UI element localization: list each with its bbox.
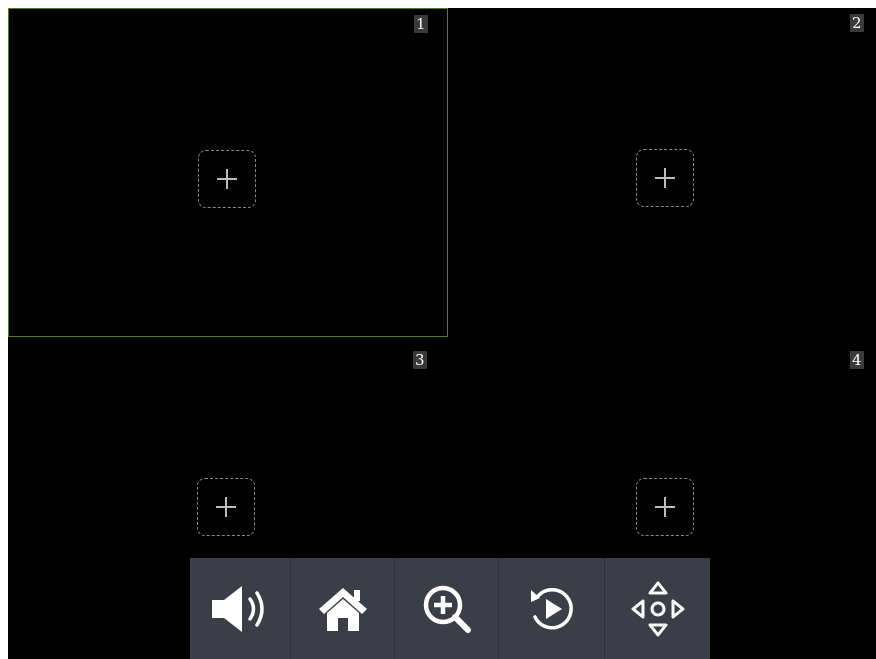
video-grid: 1 2 3 4	[8, 8, 876, 659]
replay-icon	[530, 587, 573, 629]
plus-icon	[655, 497, 675, 517]
video-pane-2[interactable]: 2	[448, 8, 876, 337]
audio-button[interactable]	[190, 558, 291, 659]
speaker-icon	[212, 585, 264, 632]
add-camera-button-2[interactable]	[636, 149, 694, 207]
add-camera-button-4[interactable]	[636, 478, 694, 536]
home-button[interactable]	[291, 558, 395, 659]
pane-number-2: 2	[850, 14, 864, 32]
plus-icon	[655, 168, 675, 188]
control-toolbar	[190, 558, 710, 659]
pane-number-3: 3	[413, 351, 427, 369]
direction-pad-icon	[631, 581, 684, 636]
zoom-in-icon	[423, 585, 471, 633]
zoom-button[interactable]	[395, 558, 499, 659]
playback-button[interactable]	[499, 558, 605, 659]
pane-number-1: 1	[414, 15, 428, 33]
add-camera-button-1[interactable]	[198, 150, 256, 208]
add-camera-button-3[interactable]	[197, 478, 255, 536]
home-icon	[318, 587, 367, 631]
plus-icon	[217, 169, 237, 189]
plus-icon	[216, 497, 236, 517]
ptz-button[interactable]	[605, 558, 710, 659]
video-pane-1[interactable]: 1	[8, 8, 448, 337]
pane-number-4: 4	[850, 351, 864, 369]
